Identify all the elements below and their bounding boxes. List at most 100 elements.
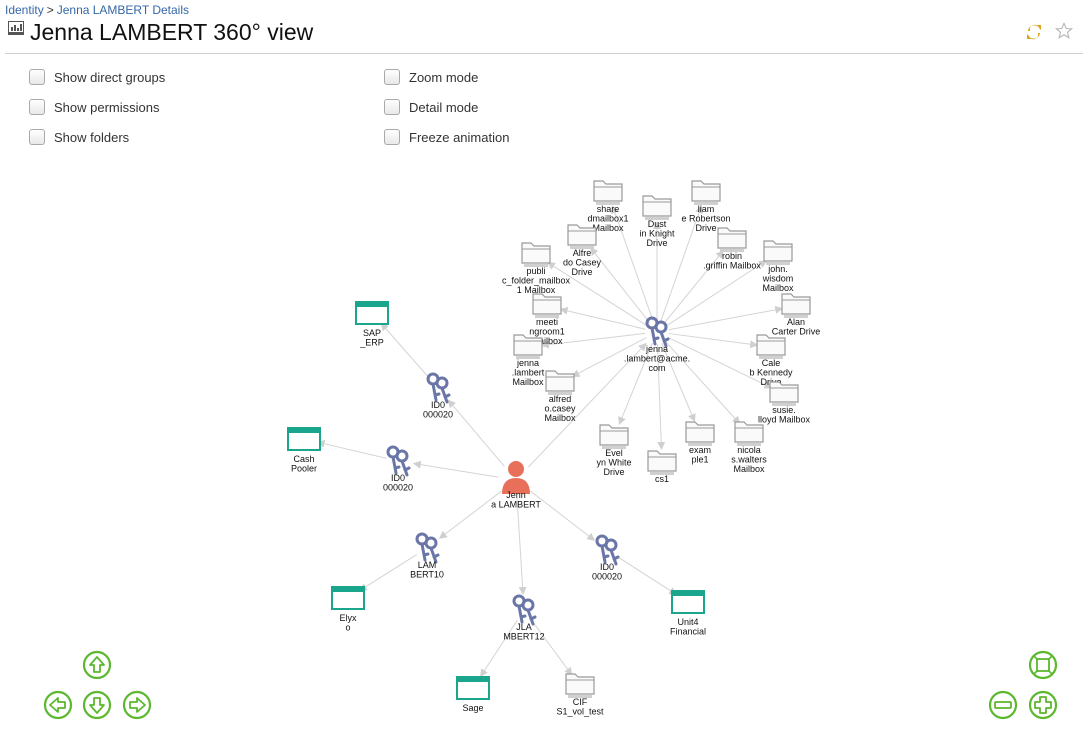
person-node-jenna-lambert[interactable]: Jenna LAMBERT — [491, 461, 541, 510]
node-label: Mailbox — [762, 283, 794, 293]
folder-icon — [513, 334, 543, 356]
zoom-in-button[interactable] — [1028, 690, 1058, 720]
key-icon — [604, 538, 618, 552]
graph-edge — [616, 556, 678, 595]
node-label: ID0 — [600, 562, 614, 572]
application-node-sage[interactable]: Sage — [456, 676, 490, 713]
node-label: Mailbox — [512, 377, 544, 387]
folder-node-caleb-kennedy-drive[interactable]: Caleb KennedyDrive — [749, 334, 793, 387]
application-icon-bar — [356, 302, 388, 307]
node-label: Mailbox — [733, 464, 765, 474]
folder-node-alfredo-casey-drive[interactable]: Alfredo CaseyDrive — [563, 224, 602, 277]
node-label: robin — [722, 251, 742, 261]
folder-icon — [691, 180, 721, 202]
folder-icon — [593, 180, 623, 202]
node-label: JLA — [516, 622, 532, 632]
folder-node-cs1[interactable]: cs1 — [647, 450, 677, 484]
node-label: MBERT12 — [503, 632, 544, 642]
pan-right-button[interactable] — [122, 690, 152, 720]
node-label: do Casey — [563, 258, 602, 268]
node-label: Mailbox — [592, 223, 624, 233]
folder-node-jenna-lambert-mailbox[interactable]: jenna.lambertMailbox — [512, 334, 545, 387]
node-label: ple1 — [691, 455, 708, 465]
node-label: yn White — [596, 458, 631, 468]
folder-node-evelyn-white-drive[interactable]: Evelyn WhiteDrive — [596, 424, 632, 477]
pan-up-button[interactable] — [82, 650, 112, 680]
node-label: o.casey — [544, 404, 576, 414]
node-label: Evel — [605, 448, 623, 458]
graph-edge — [529, 490, 596, 541]
node-label: BERT10 — [410, 570, 444, 580]
graph-edge — [438, 490, 503, 539]
folder-icon — [567, 224, 597, 246]
folder-node-sharedmailbox1[interactable]: sharedmailbox1Mailbox — [587, 180, 629, 233]
folder-icon — [763, 240, 793, 262]
node-label: e Robertson — [681, 214, 730, 224]
node-label: Alan — [787, 317, 805, 327]
node-label: Drive — [571, 267, 592, 277]
node-label: 000020 — [383, 483, 413, 493]
folder-node-cifs1-vol-test[interactable]: CIFS1_vol_test — [556, 673, 604, 717]
folder-icon — [685, 421, 715, 443]
zoom-out-button[interactable] — [988, 690, 1018, 720]
account-node-id0000020-sap[interactable]: ID0000020 — [423, 372, 453, 420]
application-node-elyxo[interactable]: Elyxo — [331, 586, 365, 633]
node-label: ngroom1 — [529, 327, 565, 337]
node-label: Alfre — [573, 248, 592, 258]
application-icon-bar — [288, 428, 320, 433]
account-node-id0000020-cash[interactable]: ID0000020 — [383, 445, 413, 493]
graph-edge — [516, 497, 527, 596]
application-node-cash-pooler[interactable]: CashPooler — [287, 427, 321, 474]
node-label: ID0 — [391, 473, 405, 483]
node-label: exam — [689, 445, 711, 455]
folder-node-liam-robertson-drive[interactable]: liame RobertsonDrive — [681, 180, 731, 233]
pan-down-button[interactable] — [82, 690, 112, 720]
folder-node-dustin-knight-drive[interactable]: Dustin KnightDrive — [639, 195, 675, 248]
pan-left-button[interactable] — [43, 690, 73, 720]
folder-node-robin-griffin-mailbox[interactable]: robin.griffin Mailbox — [703, 227, 761, 271]
node-label: .griffin Mailbox — [703, 261, 761, 271]
folder-node-susie-lloyd-mailbox[interactable]: susie.lloyd Mailbox — [758, 381, 811, 425]
fit-to-screen-button[interactable] — [1028, 650, 1058, 680]
graph-edge — [559, 306, 646, 330]
folder-node-john-wisdom-mailbox[interactable]: john.wisdomMailbox — [762, 240, 794, 293]
node-label: meeti — [536, 317, 558, 327]
folder-node-alan-carter-drive[interactable]: AlanCarter Drive — [772, 293, 821, 337]
account-node-lambert10[interactable]: LAMBERT10 — [410, 532, 444, 580]
folder-icon — [717, 227, 747, 249]
folder-icon — [532, 293, 562, 315]
node-label: Elyx — [339, 613, 357, 623]
folder-node-alfredo-casey-mailbox[interactable]: alfredo.caseyMailbox — [544, 370, 576, 423]
node-label: LAM — [418, 560, 437, 570]
person-icon — [508, 461, 524, 477]
node-label: jenna — [645, 344, 668, 354]
node-label: john. — [767, 264, 788, 274]
node-label: .lambert — [512, 368, 545, 378]
node-label: 000020 — [592, 572, 622, 582]
account-node-id0000020-unit4[interactable]: ID0000020 — [592, 534, 622, 582]
node-label: publi — [526, 266, 545, 276]
node-label: Financial — [670, 627, 706, 637]
node-label: Cale — [762, 358, 781, 368]
node-label: lloyd Mailbox — [758, 415, 811, 425]
node-label: liam — [698, 204, 715, 214]
folder-node-public-folder-mailbox[interactable]: public_folder_mailbox1 Mailbox — [502, 242, 571, 295]
graph-edge — [412, 460, 499, 478]
node-label: in Knight — [639, 229, 675, 239]
graph-edge — [358, 553, 418, 592]
node-label: com — [648, 363, 665, 373]
application-node-sap-erp[interactable]: SAP_ERP — [355, 301, 389, 348]
graph-edge — [380, 322, 431, 380]
graph-edge — [447, 399, 505, 467]
folder-node-nicolas-walters-mailbox[interactable]: nicolas.waltersMailbox — [731, 421, 767, 474]
account-node-jlambert12[interactable]: JLAMBERT12 — [503, 594, 545, 642]
application-node-unit4-financial[interactable]: Unit4Financial — [670, 590, 706, 637]
node-label: Jenn — [506, 490, 526, 500]
folder-icon — [521, 242, 551, 264]
folder-icon — [756, 334, 786, 356]
identity-graph[interactable]: Jenna LAMBERTjenna.lambert@acme.comID000… — [0, 0, 1088, 734]
folder-node-example1[interactable]: example1 — [685, 421, 715, 465]
node-label: Carter Drive — [772, 327, 821, 337]
node-label: .lambert@acme. — [624, 354, 690, 364]
folder-icon — [647, 450, 677, 472]
